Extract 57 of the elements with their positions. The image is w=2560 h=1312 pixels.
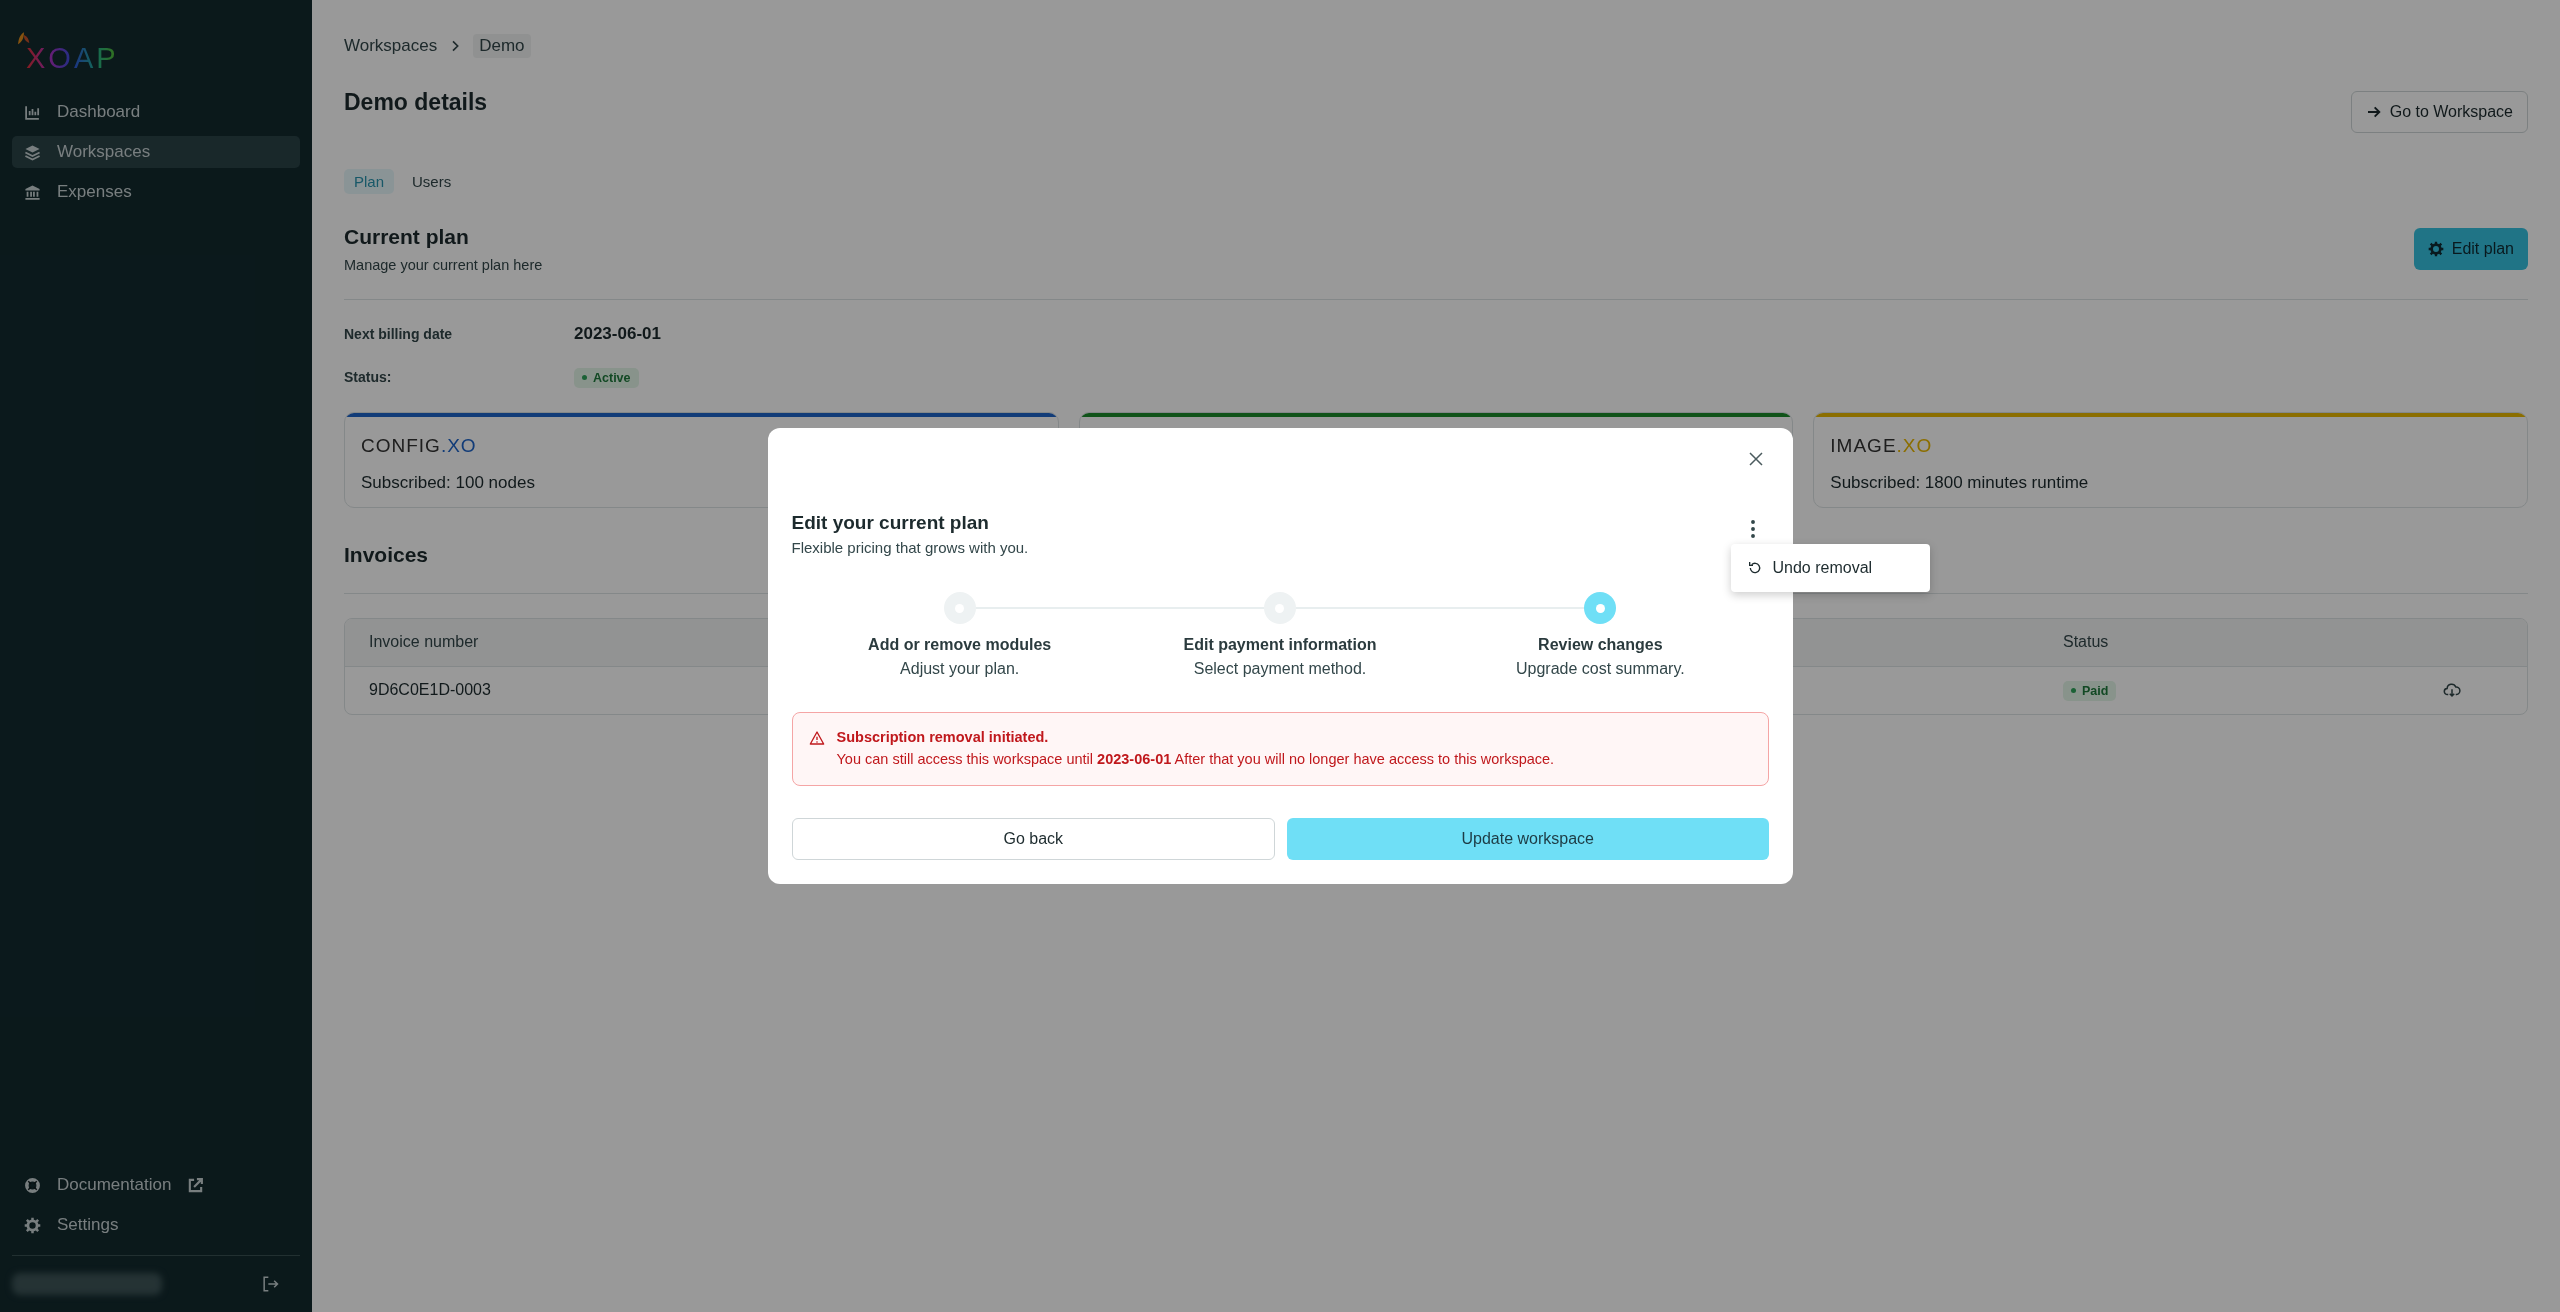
status-badge: Paid [2063,680,2117,701]
settings-icon [24,1216,41,1234]
breadcrumb-link[interactable]: Workspaces [344,36,438,56]
step-subtitle: Select payment method. [1193,660,1367,678]
module-logo: CONFIG.XO [361,434,477,457]
step-title: Add or remove modules [868,636,1052,654]
close-icon [1746,450,1765,468]
nav-item[interactable]: Workspaces [12,136,300,168]
page-title: Demo details [344,89,488,116]
modal-subtitle: Flexible pricing that grows with you. [791,539,1029,556]
more-options-button[interactable] [1748,518,1757,540]
nav-item[interactable]: Documentation [12,1169,300,1201]
cloud-download-icon [2443,681,2461,699]
warning-icon [808,730,825,746]
field-value: 2023-06-01 [574,324,661,343]
lifebuoy-icon [24,1176,41,1194]
module-subscription: Subscribed: 1800 minutes runtime [1830,472,2090,493]
module-subscription: Subscribed: 100 nodes [361,472,536,493]
field-label: Status: [344,368,393,385]
table-cell: 9D6C0E1D-0003 [369,681,491,699]
section-title: Invoices [344,542,429,567]
update-workspace-button[interactable]: Update workspace [1287,818,1769,860]
breadcrumb-link[interactable]: Demo [473,34,531,58]
column-header: Status [2063,633,2109,651]
download-button[interactable] [2443,681,2461,699]
tab[interactable]: Plan [344,169,395,194]
field-label: Next billing date [344,326,454,342]
section-subtitle: Manage your current plan here [344,257,543,273]
step-subtitle: Adjust your plan. [900,660,1020,678]
external-link-icon [187,1176,205,1194]
go-back-button[interactable]: Go back [791,818,1275,860]
nav-item[interactable]: Settings [12,1209,300,1241]
layers-icon [24,143,41,161]
chart-icon [24,103,41,121]
logout-icon [260,1274,280,1294]
status-badge: Active [574,367,639,388]
step-title: Edit payment information [1183,636,1377,654]
more-vertical-icon [1750,520,1755,538]
module-logo: IMAGE.XO [1830,434,1933,457]
edit-plan-button[interactable]: Edit plan [2413,228,2528,270]
section-title: Current plan [344,225,469,249]
nav-item[interactable]: Dashboard [12,96,300,128]
settings-icon [2427,241,2444,257]
alert-title: Subscription removal initiated. [836,729,1050,745]
arrow-right-icon [2365,104,2382,120]
alert-text: You can still access this workspace until 2023-06-01 After that you will no longer have access to this workspace. [836,751,1555,767]
undo-icon [1746,560,1763,576]
menu-item[interactable]: Undo removal [1730,548,1930,588]
bank-icon [24,183,41,201]
step-title: Review changes [1538,636,1663,654]
modal-title: Edit your current plan [791,512,990,534]
tab[interactable]: Users [402,169,462,194]
nav-item[interactable]: Expenses [12,176,300,208]
column-header: Invoice number [369,633,479,651]
go-to-workspace-button[interactable]: Go to Workspace [2350,91,2528,133]
logout-button[interactable] [260,1274,280,1294]
step-subtitle: Upgrade cost summary. [1516,660,1685,678]
